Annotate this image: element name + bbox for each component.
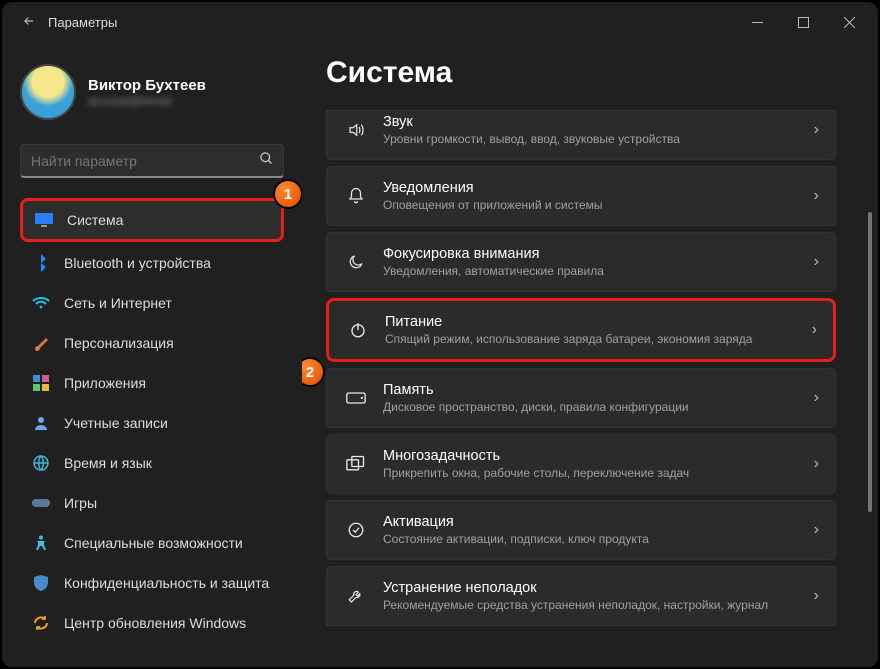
back-button[interactable] [16,14,42,31]
chevron-right-icon: › [814,587,819,605]
chevron-right-icon: › [814,521,819,539]
check-icon [345,521,367,539]
search-box [20,144,284,178]
panel-title: Устранение неполадок [383,579,798,597]
user-email: account@email [88,94,206,108]
callout-badge-1: 1 [273,179,302,209]
wifi-icon [32,294,50,312]
sidebar-item-accounts[interactable]: Учетные записи [20,404,284,442]
panel-focus-assist[interactable]: Фокусировка вниманияУведомления, автомат… [326,232,836,292]
sidebar-item-privacy[interactable]: Конфиденциальность и защита [20,564,284,602]
titlebar: Параметры [2,2,878,42]
sidebar-item-accessibility[interactable]: Специальные возможности [20,524,284,562]
panel-title: Уведомления [383,179,798,197]
wrench-icon [345,587,367,605]
bluetooth-icon [32,254,50,272]
sidebar-item-label: Bluetooth и устройства [64,255,211,271]
sidebar-item-bluetooth[interactable]: Bluetooth и устройства [20,244,284,282]
sidebar-item-label: Игры [64,495,97,511]
profile-block[interactable]: Виктор Бухтеев account@email [20,64,284,120]
sidebar-item-windows-update[interactable]: Центр обновления Windows [20,604,284,642]
close-button[interactable] [826,4,872,40]
settings-panels: ЗвукУровни громкости, вывод, ввод, звуко… [326,110,836,626]
panel-subtitle: Спящий режим, использование заряда батар… [385,331,796,347]
panel-activation[interactable]: АктивацияСостояние активации, подписки, … [326,500,836,560]
bell-icon [345,186,367,206]
person-icon [32,414,50,432]
scrollbar[interactable] [868,172,872,637]
panel-title: Питание [385,313,796,331]
chevron-right-icon: › [814,389,819,407]
panel-title: Фокусировка внимания [383,245,798,263]
panel-troubleshoot[interactable]: Устранение неполадокРекомендуемые средст… [326,566,836,626]
nav-list: Система 1 Bluetooth и устройства Сеть и … [20,198,284,642]
sidebar-item-apps[interactable]: Приложения [20,364,284,402]
accessibility-icon [32,534,50,552]
sidebar-item-time-language[interactable]: Время и язык [20,444,284,482]
sidebar-item-label: Персонализация [64,335,174,351]
chevron-right-icon: › [814,187,819,205]
sidebar-item-label: Специальные возможности [64,535,243,551]
window-title: Параметры [48,15,734,30]
panel-sound[interactable]: ЗвукУровни громкости, вывод, ввод, звуко… [326,110,836,160]
panel-notifications[interactable]: УведомленияОповещения от приложений и си… [326,166,836,226]
gamepad-icon [32,494,50,512]
storage-icon [345,391,367,405]
sidebar-item-label: Учетные записи [64,415,168,431]
sound-icon [345,121,367,139]
minimize-button[interactable] [734,4,780,40]
apps-icon [32,374,50,392]
chevron-right-icon: › [814,455,819,473]
main-content: Система ЗвукУровни громкости, вывод, вво… [302,42,878,667]
moon-icon [345,253,367,271]
panel-subtitle: Рекомендуемые средства устранения непола… [383,597,798,613]
sidebar-item-label: Сеть и Интернет [64,295,172,311]
panel-title: Звук [383,113,798,131]
scrollbar-thumb[interactable] [868,212,872,512]
search-input[interactable] [20,144,284,178]
avatar [20,64,76,120]
brush-icon [32,334,50,352]
panel-multitasking[interactable]: МногозадачностьПрикрепить окна, рабочие … [326,434,836,494]
panel-storage[interactable]: ПамятьДисковое пространство, диски, прав… [326,368,836,428]
panel-subtitle: Оповещения от приложений и системы [383,197,798,213]
maximize-button[interactable] [780,4,826,40]
panel-subtitle: Прикрепить окна, рабочие столы, переключ… [383,465,798,481]
page-title: Система [326,56,836,90]
sidebar-item-label: Приложения [64,375,146,391]
chevron-right-icon: › [814,121,819,139]
panel-title: Многозадачность [383,447,798,465]
sidebar-item-label: Система [67,212,123,228]
globe-icon [32,454,50,472]
multitask-icon [345,455,367,473]
panel-subtitle: Уведомления, автоматические правила [383,263,798,279]
power-icon [347,321,369,339]
panel-subtitle: Дисковое пространство, диски, правила ко… [383,399,798,415]
callout-badge-2: 2 [302,357,325,387]
sidebar-item-label: Центр обновления Windows [64,615,246,631]
update-icon [32,614,50,632]
monitor-icon [35,211,53,229]
sidebar-item-gaming[interactable]: Игры [20,484,284,522]
sidebar-item-personalization[interactable]: Персонализация [20,324,284,362]
sidebar-item-network[interactable]: Сеть и Интернет [20,284,284,322]
panel-subtitle: Уровни громкости, вывод, ввод, звуковые … [383,131,798,147]
sidebar-item-label: Время и язык [64,455,152,471]
user-name: Виктор Бухтеев [88,77,206,94]
chevron-right-icon: › [814,253,819,271]
panel-subtitle: Состояние активации, подписки, ключ прод… [383,531,798,547]
chevron-right-icon: › [812,321,817,339]
search-icon [259,151,274,171]
shield-icon [32,574,50,592]
sidebar-item-label: Конфиденциальность и защита [64,575,269,591]
panel-power[interactable]: ПитаниеСпящий режим, использование заряд… [326,298,836,362]
panel-title: Память [383,381,798,399]
sidebar-item-system[interactable]: Система 1 [20,198,284,242]
panel-title: Активация [383,513,798,531]
settings-window: Параметры Виктор Бухтеев account@email [2,2,878,667]
sidebar: Виктор Бухтеев account@email Система 1 [2,42,302,667]
